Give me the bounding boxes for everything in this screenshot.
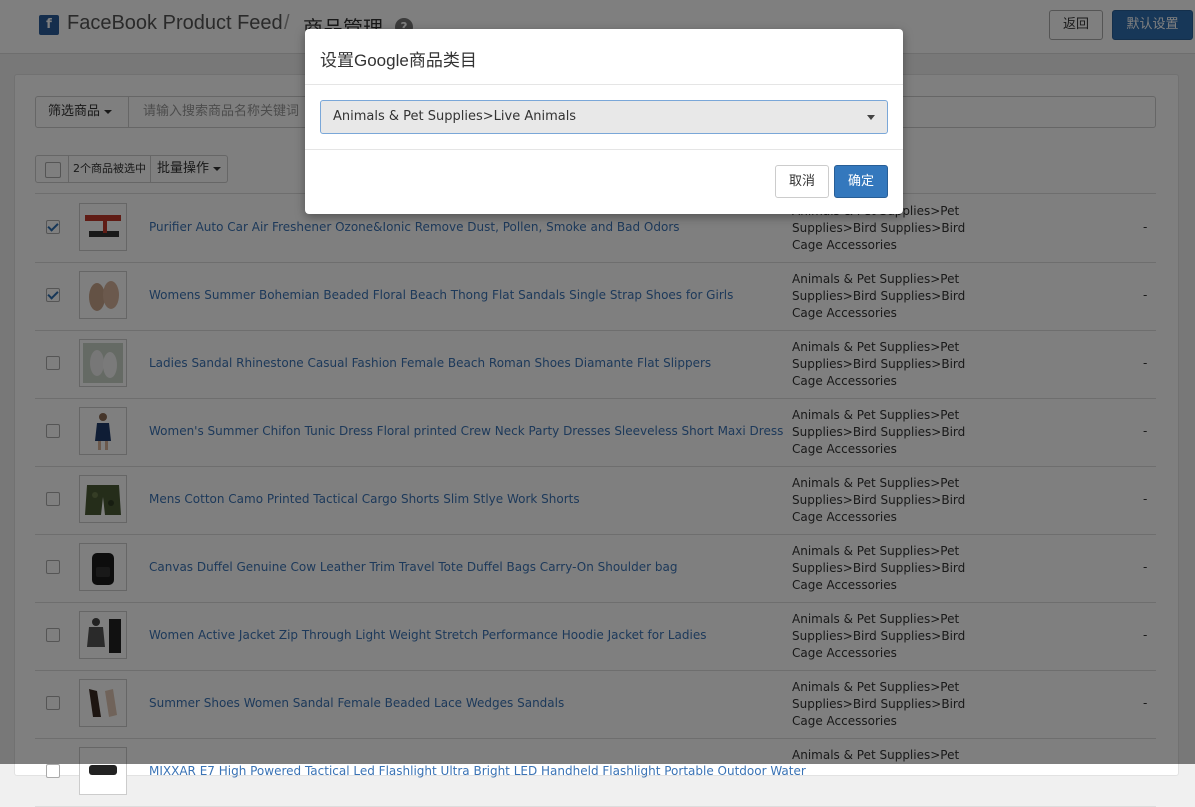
select-value: Animals & Pet Supplies>Live Animals <box>333 109 577 124</box>
dialog-footer-divider <box>305 149 903 150</box>
google-category-select[interactable]: Animals & Pet Supplies>Live Animals <box>320 100 888 134</box>
product-title-link[interactable]: MIXXAR E7 High Powered Tactical Led Flas… <box>149 764 806 778</box>
google-category-dialog: 设置Google商品类目 Animals & Pet Supplies>Live… <box>305 29 903 214</box>
cancel-button[interactable]: 取消 <box>775 165 829 198</box>
confirm-button[interactable]: 确定 <box>834 165 888 198</box>
row-checkbox[interactable] <box>46 764 60 778</box>
dialog-header-divider <box>305 84 903 85</box>
dialog-title: 设置Google商品类目 <box>320 51 477 70</box>
caret-down-icon <box>867 115 875 120</box>
